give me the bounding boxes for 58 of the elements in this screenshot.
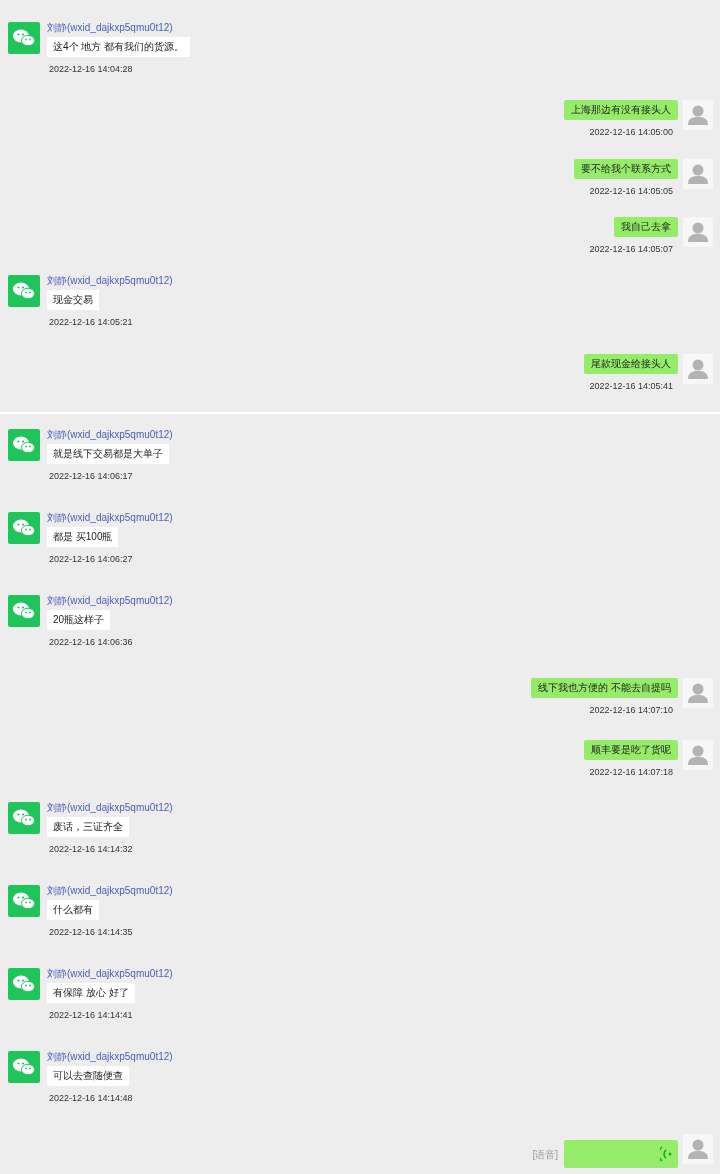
user-avatar-icon — [683, 217, 713, 247]
timestamp: 2022-12-16 14:14:48 — [48, 1092, 133, 1104]
sender-name: 刘静(wxid_dajkxp5qmu0t12) — [47, 275, 173, 288]
timestamp: 2022-12-16 14:07:10 — [589, 704, 674, 716]
chat-bubbles-avatar-icon — [8, 275, 40, 308]
chat-bubbles-avatar-icon — [8, 968, 40, 1000]
sender-name: 刘静(wxid_dajkxp5qmu0t12) — [47, 968, 173, 980]
sender-name: 刘静(wxid_dajkxp5qmu0t12) — [47, 595, 173, 607]
timestamp: 2022-12-16 14:14:32 — [48, 843, 133, 855]
chat-bubbles-avatar-icon — [8, 429, 40, 461]
message-bubble: 线下我也方便的 不能去自提吗 — [531, 678, 678, 698]
chat-bubbles-avatar-icon — [8, 512, 40, 544]
user-avatar-icon — [683, 353, 713, 384]
voice-label: [语音] — [532, 1147, 558, 1162]
message-bubble: 要不给我个联系方式 — [574, 158, 678, 179]
chat-bubbles-avatar-icon — [8, 802, 40, 834]
voice-wave-icon — [660, 1146, 672, 1162]
message-bubble: 现金交易 — [47, 290, 99, 311]
timestamp: 2022-12-16 14:07:18 — [589, 766, 674, 778]
message-bubble: 可以去查随便查 — [47, 1066, 129, 1086]
timestamp: 2022-12-16 14:04:28 — [48, 63, 133, 75]
message-bubble: 尾款现金给接头人 — [584, 353, 678, 374]
timestamp: 2022-12-16 14:05:00 — [589, 126, 674, 139]
chat-bubbles-avatar-icon — [8, 595, 40, 627]
sender-name: 刘静(wxid_dajkxp5qmu0t12) — [47, 885, 173, 897]
timestamp: 2022-12-16 14:06:27 — [48, 553, 133, 565]
user-avatar-icon — [683, 158, 713, 189]
message-bubble: 这4个 地方 都有我们的货源。 — [47, 37, 191, 57]
timestamp: 2022-12-16 14:14:41 — [48, 1009, 133, 1021]
chat-bubbles-avatar-icon — [8, 885, 40, 917]
message-bubble: 上海那边有没有接头人 — [564, 100, 678, 121]
timestamp: 2022-12-16 14:06:36 — [48, 636, 133, 648]
timestamp: 2022-12-16 14:14:35 — [48, 926, 133, 938]
message-bubble: 都是 买100瓶 — [47, 527, 119, 547]
chat-bubbles-avatar-icon — [8, 1051, 40, 1083]
message-bubble: 我自己去拿 — [614, 217, 678, 237]
user-avatar-icon — [683, 678, 713, 708]
timestamp: 2022-12-16 14:05:05 — [589, 184, 674, 197]
timestamp: 2022-12-16 14:05:07 — [589, 243, 674, 255]
message-bubble: 废话，三证齐全 — [47, 817, 129, 837]
sender-name: 刘静(wxid_dajkxp5qmu0t12) — [47, 802, 173, 814]
timestamp: 2022-12-16 14:05:21 — [48, 316, 133, 329]
user-avatar-icon — [683, 740, 713, 770]
message-bubble: 就是线下交易都是大单子 — [47, 444, 169, 464]
message-bubble: 什么都有 — [47, 900, 99, 920]
message-bubble: 有保障 放心 好了 — [47, 983, 135, 1003]
sender-name: 刘静(wxid_dajkxp5qmu0t12) — [47, 22, 173, 34]
chat-bubbles-avatar-icon — [8, 22, 40, 54]
voice-message-bubble[interactable] — [564, 1140, 678, 1168]
sender-name: 刘静(wxid_dajkxp5qmu0t12) — [47, 1051, 173, 1063]
message-bubble: 顺丰要是吃了货呢 — [584, 740, 678, 760]
sender-name: 刘静(wxid_dajkxp5qmu0t12) — [47, 429, 173, 441]
timestamp: 2022-12-16 14:05:41 — [589, 379, 674, 392]
user-avatar-icon — [683, 1134, 713, 1164]
user-avatar-icon — [683, 100, 713, 131]
message-bubble: 20瓶这样子 — [47, 610, 111, 630]
timestamp: 2022-12-16 14:06:17 — [48, 470, 133, 482]
sender-name: 刘静(wxid_dajkxp5qmu0t12) — [47, 512, 173, 524]
